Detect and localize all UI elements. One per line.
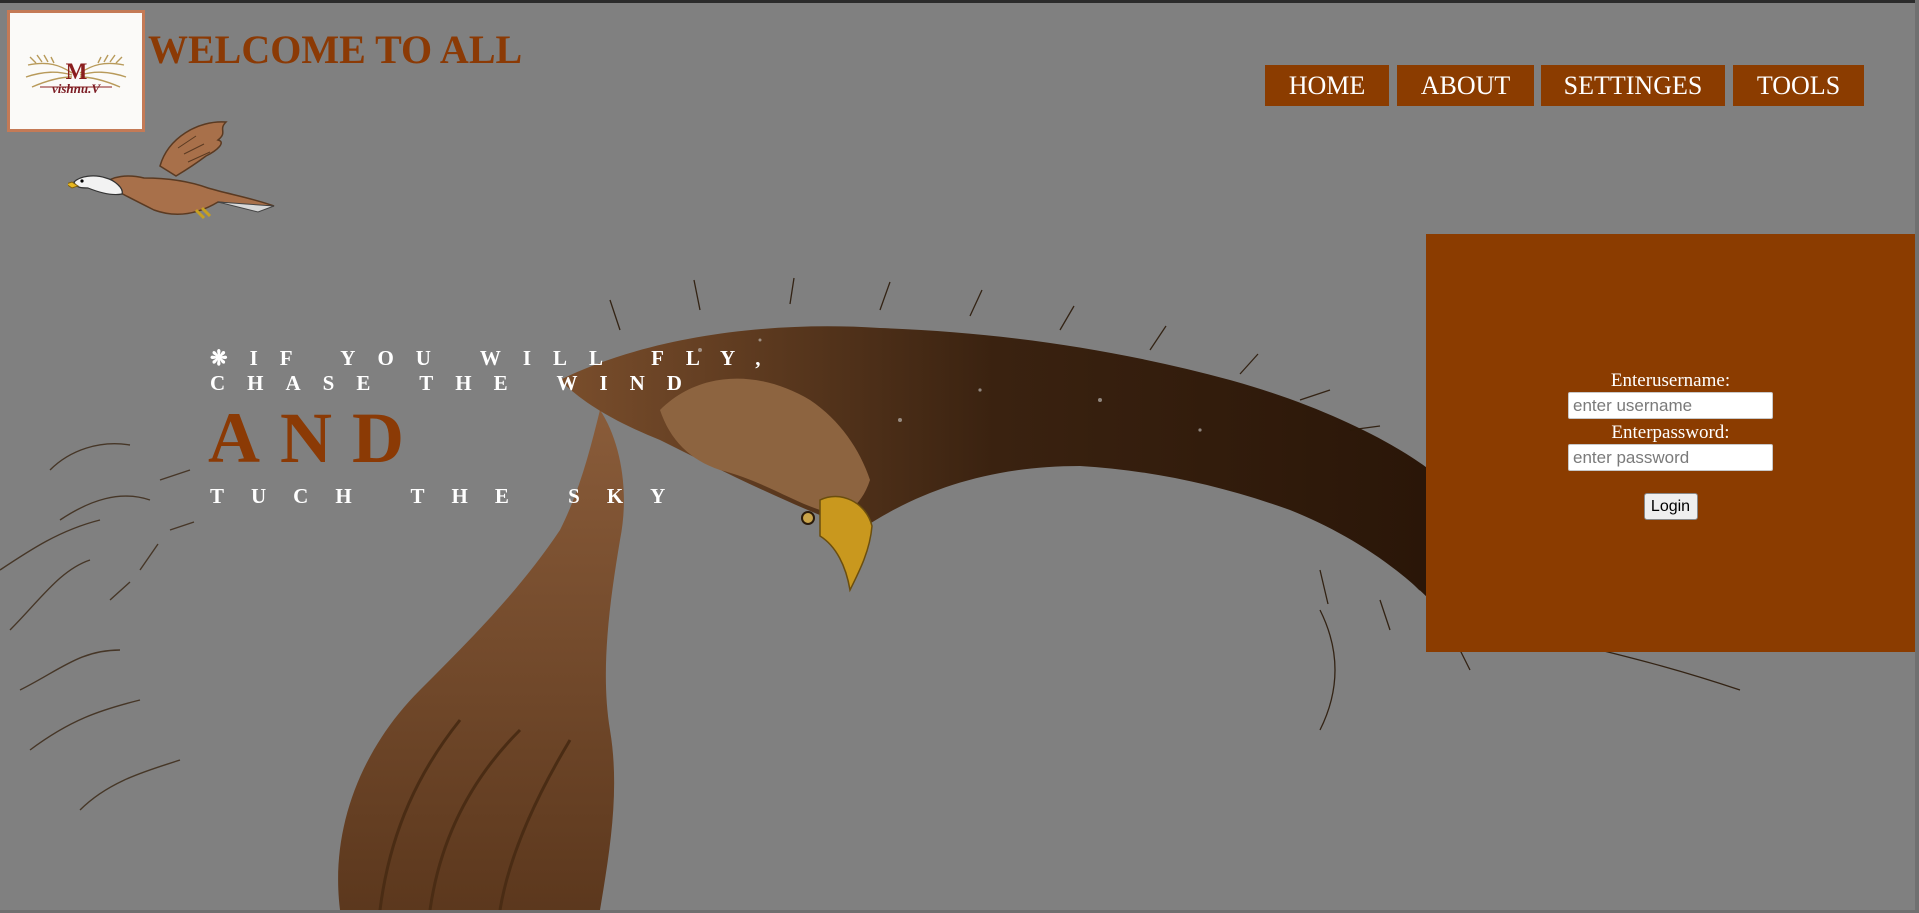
hero-line-1: ❋IF YOU WILL FLY, bbox=[210, 346, 783, 370]
hero-line-3: AND bbox=[208, 398, 424, 478]
password-input[interactable] bbox=[1568, 444, 1773, 471]
window-top-edge bbox=[0, 0, 1919, 3]
nav-about-button[interactable]: ABOUT bbox=[1397, 65, 1534, 106]
window-right-edge bbox=[1915, 0, 1919, 913]
nav-home-button[interactable]: HOME bbox=[1265, 65, 1389, 106]
nav-tools-button[interactable]: TOOLS bbox=[1733, 65, 1864, 106]
logo-name: vishnu.V bbox=[51, 81, 101, 96]
hero-line-2: CHASE THE WIND bbox=[210, 371, 704, 395]
username-input[interactable] bbox=[1568, 392, 1773, 419]
hero-line-4: TUCH THE SKY bbox=[210, 484, 693, 508]
username-label: Enterusername: bbox=[1610, 370, 1731, 391]
nav-settings-button[interactable]: SETTINGES bbox=[1541, 65, 1725, 106]
login-panel: Enterusername: Enterpassword: Login bbox=[1426, 234, 1915, 652]
password-label: Enterpassword: bbox=[1611, 422, 1730, 443]
flying-eagle-icon bbox=[68, 121, 275, 220]
page-title: WELCOME TO ALL bbox=[148, 27, 523, 72]
login-form: Enterusername: Enterpassword: Login bbox=[1426, 370, 1915, 520]
site-logo[interactable]: M vishnu.V bbox=[7, 10, 145, 132]
login-button[interactable]: Login bbox=[1643, 493, 1698, 520]
